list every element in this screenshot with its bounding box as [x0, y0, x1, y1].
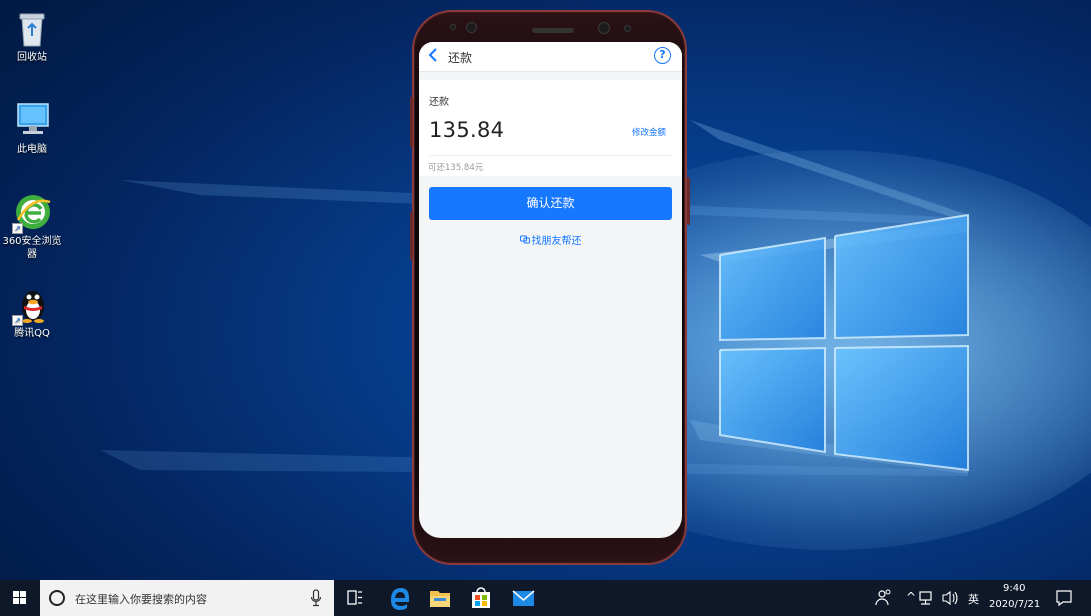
mail-icon[interactable] — [503, 580, 543, 616]
shortcut-arrow-icon: ↗ — [12, 223, 23, 234]
phone-screen: 还款 ? 还款 135.84 修改金额 可还135.84元 确认还款 找朋友帮还 — [419, 42, 682, 538]
clock-time[interactable]: 9:40 — [1003, 583, 1025, 594]
desktop-icon-recycle-bin[interactable]: 回收站 — [0, 8, 64, 64]
chevron-left-icon[interactable] — [427, 47, 443, 67]
desktop-icon-360-browser[interactable]: ↗ 360安全浏览器 — [0, 192, 64, 261]
modify-amount-link[interactable]: 修改金额 — [632, 126, 666, 138]
qq-penguin-icon: ↗ — [12, 284, 52, 326]
divider — [429, 155, 672, 156]
windows-logo-icon — [13, 591, 27, 605]
front-camera-icon — [466, 22, 477, 33]
edge-icon[interactable] — [379, 580, 419, 616]
app-nav-bar: 还款 ? — [419, 42, 682, 72]
network-icon[interactable] — [914, 580, 938, 616]
front-camera-icon — [624, 25, 631, 32]
front-camera-icon — [450, 24, 456, 30]
repay-section-label: 还款 — [429, 97, 449, 108]
phone-frame: 还款 ? 还款 135.84 修改金额 可还135.84元 确认还款 找朋友帮还 — [410, 10, 690, 565]
clock-date[interactable]: 2020/7/21 — [989, 599, 1040, 610]
friend-help-icon — [519, 235, 530, 247]
confirm-repay-button[interactable]: 确认还款 — [429, 187, 672, 220]
start-button[interactable] — [0, 580, 40, 616]
page-title: 还款 — [448, 51, 473, 65]
desktop-icon-label: 360安全浏览器 — [2, 236, 62, 260]
front-camera-icon — [598, 22, 610, 34]
desktop-icon-qq[interactable]: ↗ 腾讯QQ — [0, 284, 64, 340]
computer-icon — [12, 100, 52, 140]
recycle-bin-icon — [12, 8, 52, 48]
phone-side-button — [687, 177, 690, 225]
phone-side-button — [410, 212, 413, 260]
microphone-icon[interactable] — [310, 589, 322, 607]
360-browser-icon: ↗ — [12, 192, 52, 234]
file-explorer-icon[interactable] — [420, 580, 460, 616]
desktop-icon-label: 回收站 — [17, 52, 47, 63]
cortana-icon — [49, 590, 65, 606]
search-placeholder: 在这里输入你要搜索的内容 — [75, 593, 207, 606]
friend-help-link[interactable]: 找朋友帮还 — [419, 232, 682, 247]
desktop-icon-this-pc[interactable]: 此电脑 — [0, 100, 64, 156]
phone-speaker — [532, 28, 574, 33]
desktop-icon-label: 腾讯QQ — [14, 328, 50, 339]
store-icon[interactable] — [461, 580, 501, 616]
taskbar: 在这里输入你要搜索的内容 ^ 英 9:40 2020/7/21 — [0, 580, 1091, 616]
notification-icon[interactable] — [1050, 580, 1090, 616]
volume-icon[interactable] — [938, 580, 962, 616]
friend-help-label: 找朋友帮还 — [531, 236, 582, 247]
repay-card: 还款 135.84 修改金额 可还135.84元 — [419, 80, 682, 176]
question-circle-icon[interactable]: ? — [654, 47, 671, 64]
ime-indicator[interactable]: 英 — [968, 591, 979, 607]
taskbar-search-box[interactable]: 在这里输入你要搜索的内容 — [40, 580, 334, 616]
phone-side-button — [410, 97, 413, 147]
desktop-icon-label: 此电脑 — [17, 144, 47, 155]
repay-amount[interactable]: 135.84 — [429, 118, 504, 142]
shortcut-arrow-icon: ↗ — [12, 315, 23, 326]
people-icon[interactable] — [864, 580, 904, 616]
task-view-icon[interactable] — [335, 580, 375, 616]
available-amount-text: 可还135.84元 — [428, 163, 484, 173]
